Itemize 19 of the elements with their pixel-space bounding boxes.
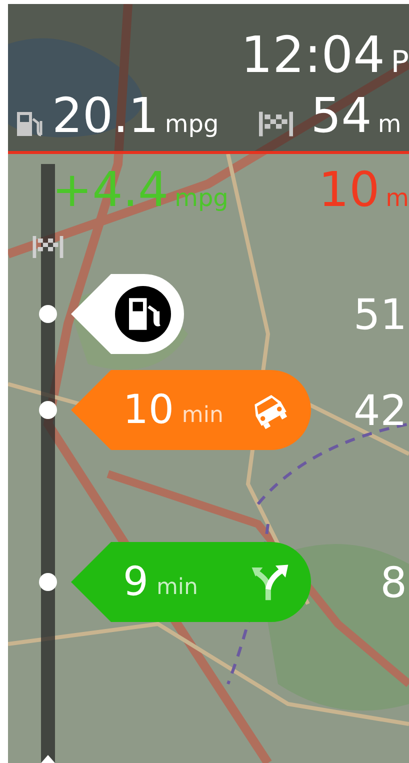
- time-delta-unit: m: [386, 184, 409, 212]
- position-marker-icon: [41, 755, 55, 763]
- distance-value: 54: [310, 88, 372, 144]
- fuel-pump-icon: [115, 286, 171, 342]
- fork-arrow-icon: [249, 562, 291, 602]
- time-delta-value: 10: [318, 162, 380, 218]
- finish-flag-icon: [258, 111, 293, 137]
- fuel-pump-icon: [14, 109, 44, 139]
- distance-label: 42: [354, 386, 408, 434]
- distance-label: 8: [380, 558, 408, 606]
- fuel-economy-value: 20.1: [52, 88, 159, 144]
- clock-suffix: P: [390, 45, 409, 80]
- fuel-economy-unit: mpg: [164, 110, 219, 138]
- fuel-delta-value: +4.4: [52, 162, 169, 218]
- clock-time: 12:04: [240, 26, 385, 84]
- distance-unit: m: [378, 110, 402, 138]
- fuel-delta-unit: mpg: [174, 184, 228, 212]
- finish-flag-icon: [32, 236, 64, 258]
- distance-label: 51: [354, 290, 408, 338]
